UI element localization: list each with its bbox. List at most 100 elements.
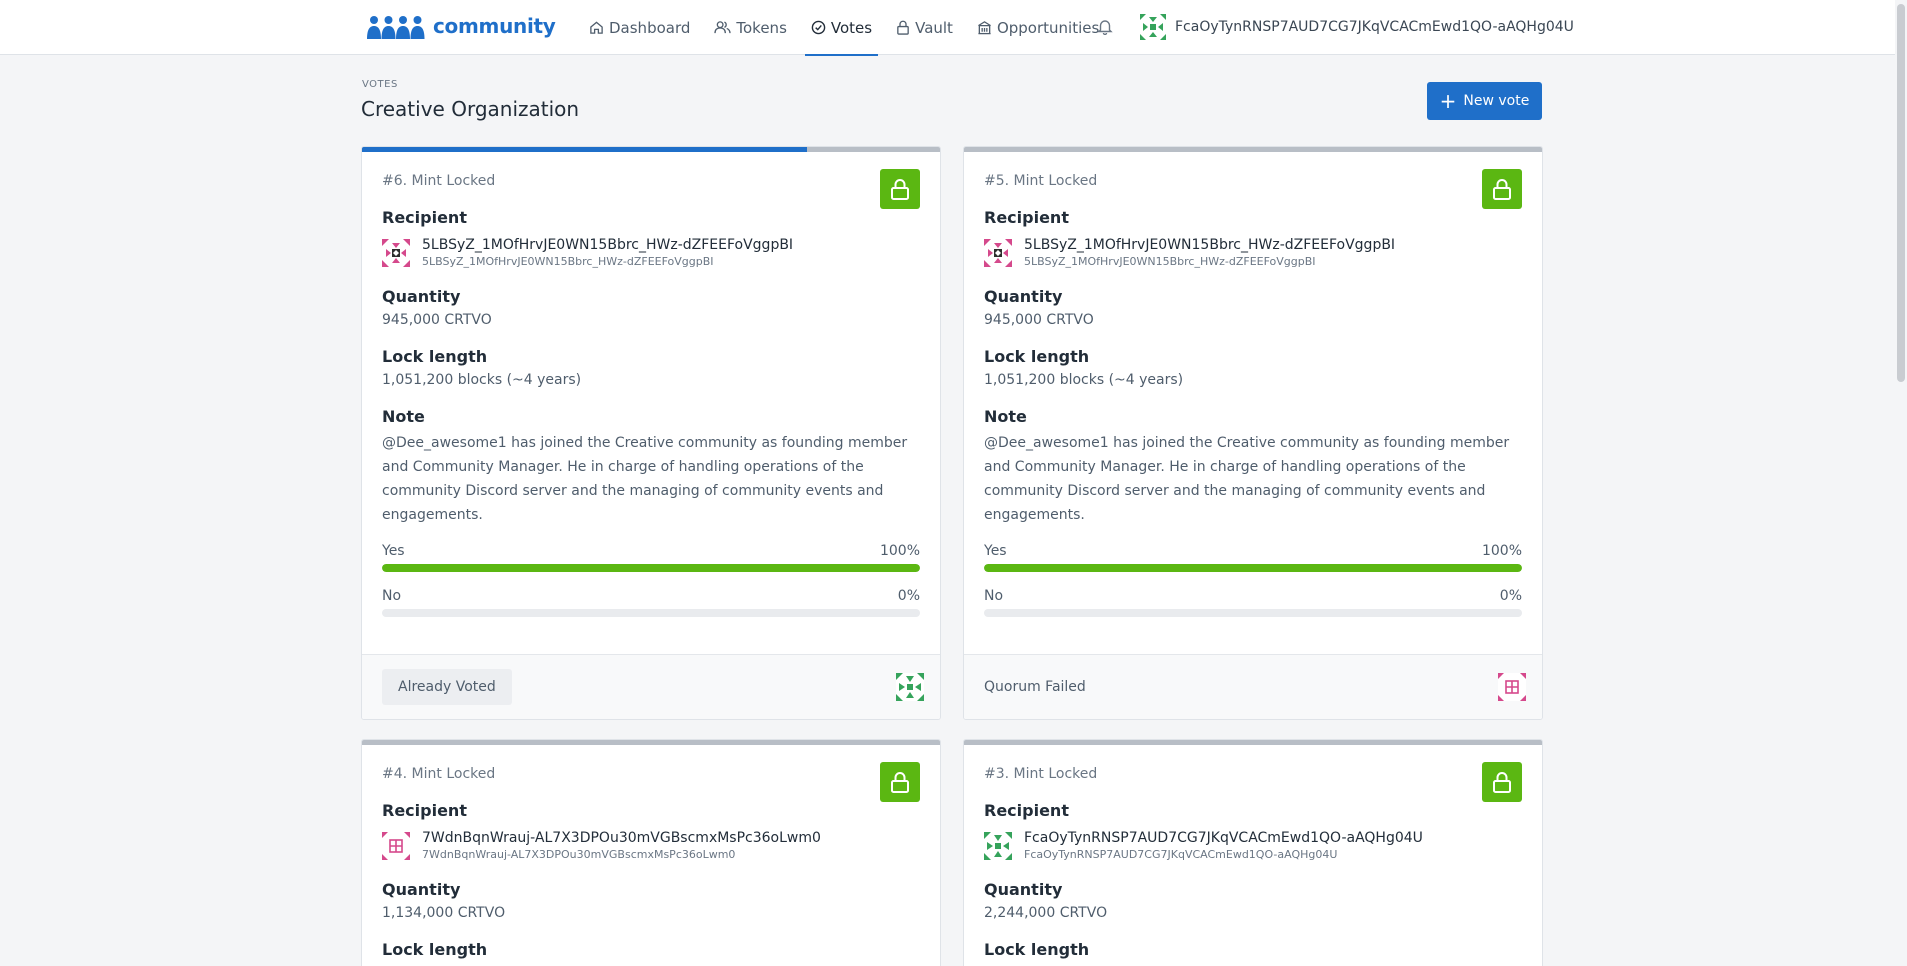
recipient-avatar — [382, 239, 410, 267]
recipient: 7WdnBqnWrauj-AL7X3DPOu30mVGBscmxMsPc36oL… — [382, 830, 920, 861]
vote-card: #3. Mint Locked Recipient FcaOyTynRNSP7A… — [963, 739, 1543, 966]
card-footer: Already Voted — [362, 654, 940, 719]
recipient-address: 5LBSyZ_1MOfHrvJE0WN15Bbrc_HWz-dZFEEFoVgg… — [422, 255, 714, 268]
note-label: Note — [382, 407, 425, 426]
recipient-address: 5LBSyZ_1MOfHrvJE0WN15Bbrc_HWz-dZFEEFoVgg… — [1024, 255, 1316, 268]
brand-logo[interactable]: community — [367, 13, 556, 39]
quantity-label: Quantity — [984, 287, 1063, 306]
note-text: @Dee_awesome1 has joined the Creative co… — [382, 435, 908, 523]
nav-tokens-label: Tokens — [736, 18, 787, 37]
note-label: Note — [984, 407, 1027, 426]
lock-badge[interactable] — [880, 169, 920, 209]
nav-votes-label: Votes — [830, 18, 873, 37]
recipient-address: 7WdnBqnWrauj-AL7X3DPOu30mVGBscmxMsPc36oL… — [422, 848, 736, 861]
recipient-avatar — [984, 239, 1012, 267]
recipient-avatar — [984, 832, 1012, 860]
notifications-bell-icon[interactable] — [1097, 18, 1113, 39]
lock-icon — [891, 179, 909, 200]
nav-vault-label: Vault — [915, 18, 953, 37]
lock-badge[interactable] — [1482, 762, 1522, 802]
yes-bar-fill — [382, 564, 920, 572]
yes-row: Yes 100% — [984, 543, 1522, 559]
quantity-value: 945,000 CRTVO — [984, 312, 1094, 328]
recipient-name: 5LBSyZ_1MOfHrvJE0WN15Bbrc_HWz-dZFEEFoVgg… — [1024, 237, 1396, 253]
recipient-label: Recipient — [984, 208, 1069, 227]
nav-votes[interactable]: Votes — [804, 0, 879, 56]
page-title: Creative Organization — [361, 97, 580, 121]
nav-opportunities[interactable]: Opportunities — [971, 0, 1105, 55]
nav-opportunities-label: Opportunities — [996, 18, 1100, 37]
vote-title: #4. Mint Locked — [382, 766, 496, 782]
vote-title: #6. Mint Locked — [382, 173, 496, 189]
recipient-name: 7WdnBqnWrauj-AL7X3DPOu30mVGBscmxMsPc36oL… — [422, 830, 821, 846]
card-footer: Quorum Failed — [964, 654, 1542, 719]
quantity-value: 945,000 CRTVO — [382, 312, 492, 328]
nav-vault[interactable]: Vault — [890, 0, 959, 55]
vote-title: #3. Mint Locked — [984, 766, 1098, 782]
lock-length-value: 1,051,200 blocks (~4 years) — [984, 372, 1184, 388]
breadcrumb: VOTES — [362, 79, 398, 90]
building-icon — [978, 21, 991, 35]
quantity-label: Quantity — [382, 880, 461, 899]
quantity-label: Quantity — [382, 287, 461, 306]
lock-badge[interactable] — [880, 762, 920, 802]
lock-icon — [891, 772, 909, 793]
users-icon — [714, 21, 732, 34]
recipient-name: 5LBSyZ_1MOfHrvJE0WN15Bbrc_HWz-dZFEEFoVgg… — [422, 237, 794, 253]
note-text: @Dee_awesome1 has joined the Creative co… — [984, 435, 1510, 523]
vote-card: #6. Mint Locked Recipient 5LBSyZ_1MOfHrv… — [361, 146, 941, 720]
new-vote-button[interactable]: + New vote — [1427, 82, 1542, 120]
avatar — [1140, 14, 1166, 40]
already-voted-button[interactable]: Already Voted — [382, 669, 512, 705]
lock-badge[interactable] — [1482, 169, 1522, 209]
vote-title: #5. Mint Locked — [984, 173, 1098, 189]
recipient-label: Recipient — [984, 801, 1069, 820]
recipient-address: FcaOyTynRNSP7AUD7CG7JKqVCACmEwd1QO-aAQHg… — [1024, 848, 1338, 861]
scrollbar-thumb[interactable] — [1897, 4, 1905, 382]
no-percent: 0% — [1499, 588, 1522, 604]
proposer-avatar[interactable] — [896, 673, 924, 701]
yes-percent: 100% — [1481, 543, 1522, 559]
no-bar — [382, 609, 920, 617]
no-row: No 0% — [382, 588, 920, 604]
yes-label: Yes — [984, 543, 1007, 559]
quantity-label: Quantity — [984, 880, 1063, 899]
recipient-avatar — [382, 832, 410, 860]
lock-length-value: 1,051,200 blocks (~4 years) — [382, 372, 582, 388]
brand-name: community — [433, 14, 556, 38]
proposer-avatar[interactable] — [1498, 673, 1526, 701]
vote-card: #4. Mint Locked Recipient 7WdnBqnWrauj-A… — [361, 739, 941, 966]
community-logo-icon — [367, 13, 425, 39]
vote-card: #5. Mint Locked Recipient 5LBSyZ_1MOfHrv… — [963, 146, 1543, 720]
account-menu[interactable]: FcaOyTynRNSP7AUD7CG7JKqVCACmEwd1QO-aAQHg… — [1140, 14, 1574, 40]
recipient: FcaOyTynRNSP7AUD7CG7JKqVCACmEwd1QO-aAQHg… — [984, 830, 1522, 861]
account-address: FcaOyTynRNSP7AUD7CG7JKqVCACmEwd1QO-aAQHg… — [1175, 19, 1574, 35]
lock-icon — [1493, 772, 1511, 793]
nav-dashboard-label: Dashboard — [609, 18, 691, 37]
lock-icon — [1493, 179, 1511, 200]
nav-dashboard[interactable]: Dashboard — [583, 0, 696, 55]
yes-label: Yes — [382, 543, 405, 559]
recipient: 5LBSyZ_1MOfHrvJE0WN15Bbrc_HWz-dZFEEFoVgg… — [984, 237, 1522, 268]
plus-icon: + — [1439, 89, 1457, 113]
home-icon — [590, 21, 603, 34]
quantity-value: 2,244,000 CRTVO — [984, 905, 1108, 921]
yes-bar — [382, 564, 920, 572]
quantity-value: 1,134,000 CRTVO — [382, 905, 506, 921]
recipient: 5LBSyZ_1MOfHrvJE0WN15Bbrc_HWz-dZFEEFoVgg… — [382, 237, 920, 268]
new-vote-label: New vote — [1463, 93, 1530, 109]
recipient-label: Recipient — [382, 801, 467, 820]
yes-bar-fill — [984, 564, 1522, 572]
recipient-label: Recipient — [382, 208, 467, 227]
yes-bar — [984, 564, 1522, 572]
nav-tokens[interactable]: Tokens — [708, 0, 793, 55]
no-label: No — [382, 588, 402, 604]
top-navigation: community Dashboard Tokens Votes Vault O… — [0, 0, 1907, 56]
page-scrollbar[interactable] — [1895, 0, 1907, 966]
lock-length-label: Lock length — [382, 940, 488, 959]
check-circle-icon — [811, 20, 826, 35]
no-label: No — [984, 588, 1004, 604]
lock-length-label: Lock length — [984, 940, 1090, 959]
yes-percent: 100% — [879, 543, 920, 559]
quorum-status: Quorum Failed — [984, 679, 1086, 695]
